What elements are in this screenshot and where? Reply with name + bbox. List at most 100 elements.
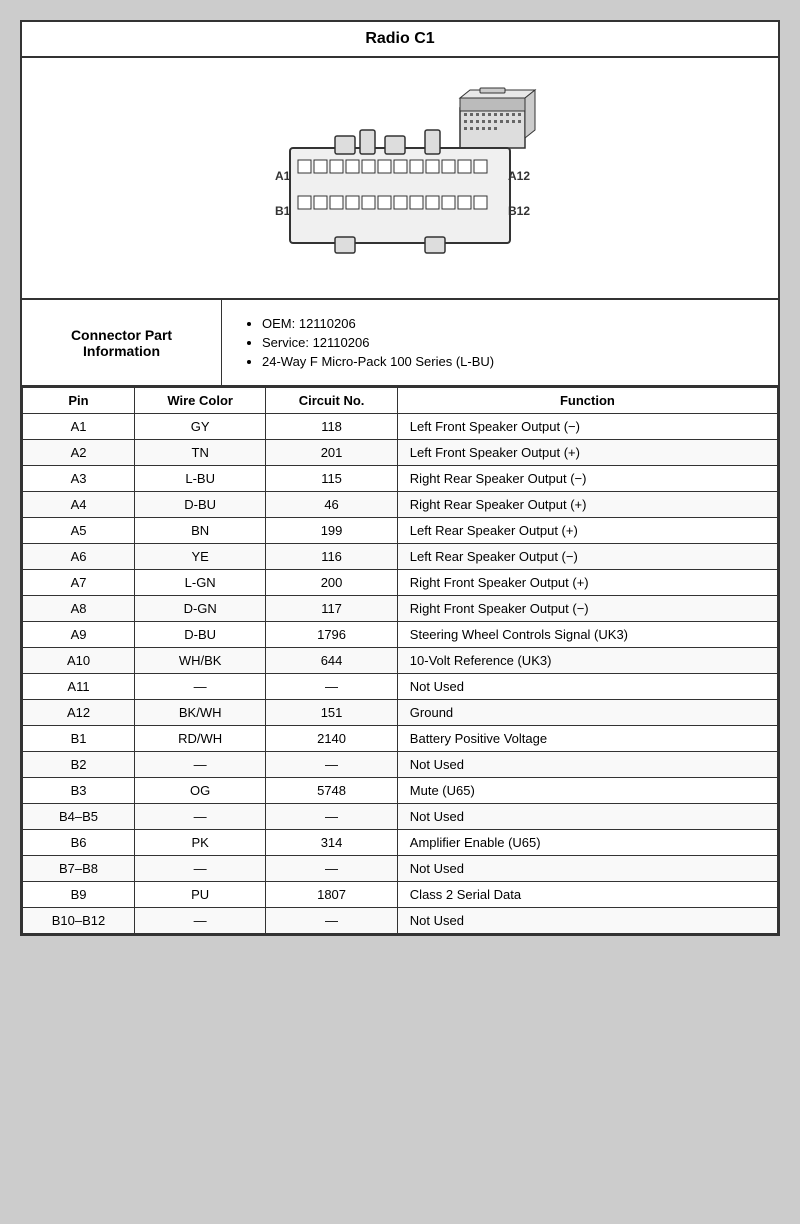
cell-pin: A11 xyxy=(23,674,135,700)
cell-pin: A5 xyxy=(23,518,135,544)
cell-wire-color: YE xyxy=(135,544,266,570)
cell-wire-color: D-GN xyxy=(135,596,266,622)
cell-wire-color: PK xyxy=(135,830,266,856)
table-row: A10WH/BK64410-Volt Reference (UK3) xyxy=(23,648,778,674)
cell-circuit-no: 314 xyxy=(266,830,397,856)
connector-diagram: A1 A12 B1 B12 xyxy=(240,78,560,278)
table-row: B3OG5748Mute (U65) xyxy=(23,778,778,804)
cell-circuit-no: 117 xyxy=(266,596,397,622)
cell-pin: A3 xyxy=(23,466,135,492)
table-row: A1GY118Left Front Speaker Output (−) xyxy=(23,414,778,440)
svg-text:A1: A1 xyxy=(275,169,291,183)
diagram-section: A1 A12 B1 B12 xyxy=(22,58,778,300)
cell-wire-color: GY xyxy=(135,414,266,440)
cell-function: Right Front Speaker Output (−) xyxy=(397,596,777,622)
svg-text:B12: B12 xyxy=(508,204,530,218)
cell-wire-color: BN xyxy=(135,518,266,544)
connector-details: OEM: 12110206 Service: 12110206 24-Way F… xyxy=(222,300,778,385)
col-header-circuit-no: Circuit No. xyxy=(266,388,397,414)
cell-wire-color: — xyxy=(135,908,266,934)
pin-table: Pin Wire Color Circuit No. Function A1GY… xyxy=(22,387,778,934)
svg-text:A12: A12 xyxy=(508,169,530,183)
cell-function: Left Front Speaker Output (+) xyxy=(397,440,777,466)
cell-wire-color: RD/WH xyxy=(135,726,266,752)
cell-circuit-no: 1807 xyxy=(266,882,397,908)
table-row: A4D-BU46Right Rear Speaker Output (+) xyxy=(23,492,778,518)
col-header-pin: Pin xyxy=(23,388,135,414)
cell-wire-color: — xyxy=(135,804,266,830)
table-row: A12BK/WH151Ground xyxy=(23,700,778,726)
cell-circuit-no: — xyxy=(266,908,397,934)
cell-function: Left Front Speaker Output (−) xyxy=(397,414,777,440)
cell-wire-color: L-GN xyxy=(135,570,266,596)
page-title: Radio C1 xyxy=(22,22,778,58)
table-row: A2TN201Left Front Speaker Output (+) xyxy=(23,440,778,466)
cell-pin: A6 xyxy=(23,544,135,570)
table-row: A6YE116Left Rear Speaker Output (−) xyxy=(23,544,778,570)
cell-circuit-no: — xyxy=(266,856,397,882)
cell-pin: A10 xyxy=(23,648,135,674)
cell-circuit-no: 116 xyxy=(266,544,397,570)
table-row: A8D-GN117Right Front Speaker Output (−) xyxy=(23,596,778,622)
table-row: B4–B5——Not Used xyxy=(23,804,778,830)
cell-pin: A4 xyxy=(23,492,135,518)
connector-info-section: Connector Part Information OEM: 12110206… xyxy=(22,300,778,387)
cell-circuit-no: 118 xyxy=(266,414,397,440)
table-row: A11——Not Used xyxy=(23,674,778,700)
cell-circuit-no: — xyxy=(266,804,397,830)
cell-function: Not Used xyxy=(397,674,777,700)
cell-wire-color: BK/WH xyxy=(135,700,266,726)
cell-pin: B7–B8 xyxy=(23,856,135,882)
cell-pin: A7 xyxy=(23,570,135,596)
cell-pin: A8 xyxy=(23,596,135,622)
cell-wire-color: WH/BK xyxy=(135,648,266,674)
oem-detail-2: Service: 12110206 xyxy=(262,335,758,350)
cell-function: Battery Positive Voltage xyxy=(397,726,777,752)
cell-function: Left Rear Speaker Output (+) xyxy=(397,518,777,544)
cell-function: Steering Wheel Controls Signal (UK3) xyxy=(397,622,777,648)
cell-pin: B3 xyxy=(23,778,135,804)
cell-function: Not Used xyxy=(397,752,777,778)
cell-circuit-no: 5748 xyxy=(266,778,397,804)
cell-circuit-no: 46 xyxy=(266,492,397,518)
col-header-wire-color: Wire Color xyxy=(135,388,266,414)
cell-function: Not Used xyxy=(397,908,777,934)
cell-circuit-no: 151 xyxy=(266,700,397,726)
cell-wire-color: — xyxy=(135,674,266,700)
cell-function: 10-Volt Reference (UK3) xyxy=(397,648,777,674)
cell-pin: B9 xyxy=(23,882,135,908)
page-container: Radio C1 xyxy=(20,20,780,936)
cell-circuit-no: 644 xyxy=(266,648,397,674)
cell-function: Left Rear Speaker Output (−) xyxy=(397,544,777,570)
cell-pin: A1 xyxy=(23,414,135,440)
cell-pin: B10–B12 xyxy=(23,908,135,934)
cell-pin: A12 xyxy=(23,700,135,726)
connector-label: Connector Part Information xyxy=(22,300,222,385)
svg-text:B1: B1 xyxy=(275,204,291,218)
oem-detail-1: OEM: 12110206 xyxy=(262,316,758,331)
table-row: B1RD/WH2140Battery Positive Voltage xyxy=(23,726,778,752)
cell-pin: B4–B5 xyxy=(23,804,135,830)
table-row: A9D-BU1796Steering Wheel Controls Signal… xyxy=(23,622,778,648)
cell-wire-color: D-BU xyxy=(135,492,266,518)
cell-wire-color: PU xyxy=(135,882,266,908)
col-header-function: Function xyxy=(397,388,777,414)
cell-function: Right Rear Speaker Output (+) xyxy=(397,492,777,518)
cell-pin: B6 xyxy=(23,830,135,856)
cell-pin: A2 xyxy=(23,440,135,466)
cell-circuit-no: 200 xyxy=(266,570,397,596)
cell-circuit-no: 199 xyxy=(266,518,397,544)
table-row: B9PU1807Class 2 Serial Data xyxy=(23,882,778,908)
cell-circuit-no: — xyxy=(266,752,397,778)
cell-wire-color: TN xyxy=(135,440,266,466)
title-text: Radio C1 xyxy=(365,30,434,47)
cell-wire-color: D-BU xyxy=(135,622,266,648)
cell-function: Right Rear Speaker Output (−) xyxy=(397,466,777,492)
cell-function: Amplifier Enable (U65) xyxy=(397,830,777,856)
oem-detail-3: 24-Way F Micro-Pack 100 Series (L-BU) xyxy=(262,354,758,369)
cell-pin: B1 xyxy=(23,726,135,752)
cell-function: Mute (U65) xyxy=(397,778,777,804)
table-row: B6PK314Amplifier Enable (U65) xyxy=(23,830,778,856)
cell-function: Right Front Speaker Output (+) xyxy=(397,570,777,596)
table-row: A7L-GN200Right Front Speaker Output (+) xyxy=(23,570,778,596)
